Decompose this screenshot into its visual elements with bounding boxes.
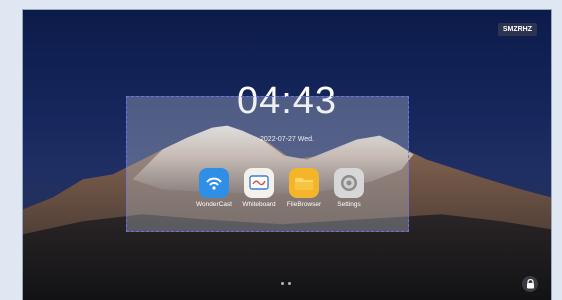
app-wondercast[interactable]: WonderCast bbox=[190, 168, 238, 208]
lock-button[interactable] bbox=[522, 276, 538, 292]
lock-icon bbox=[526, 279, 534, 289]
whiteboard-icon bbox=[244, 168, 274, 198]
app-label: Whiteboard bbox=[242, 201, 276, 208]
app-label: WonderCast bbox=[195, 201, 232, 208]
app-settings[interactable]: Settings bbox=[325, 168, 373, 208]
app-label: FileBrowser bbox=[286, 201, 322, 208]
folder-icon bbox=[289, 168, 319, 198]
gear-icon bbox=[334, 168, 364, 198]
page-indicator bbox=[281, 282, 291, 285]
page-dot bbox=[288, 282, 291, 285]
cast-icon bbox=[199, 168, 229, 198]
app-label: Settings bbox=[337, 201, 361, 208]
page-dot bbox=[281, 282, 284, 285]
device-tag: SMZRHZ bbox=[497, 23, 537, 36]
desktop-screen: SMZRHZ 04:43 2022-07-27 Wed. WonderCast … bbox=[22, 9, 552, 300]
selection-box bbox=[126, 96, 409, 232]
app-filebrowser[interactable]: FileBrowser bbox=[280, 168, 328, 208]
app-whiteboard[interactable]: Whiteboard bbox=[235, 168, 283, 208]
